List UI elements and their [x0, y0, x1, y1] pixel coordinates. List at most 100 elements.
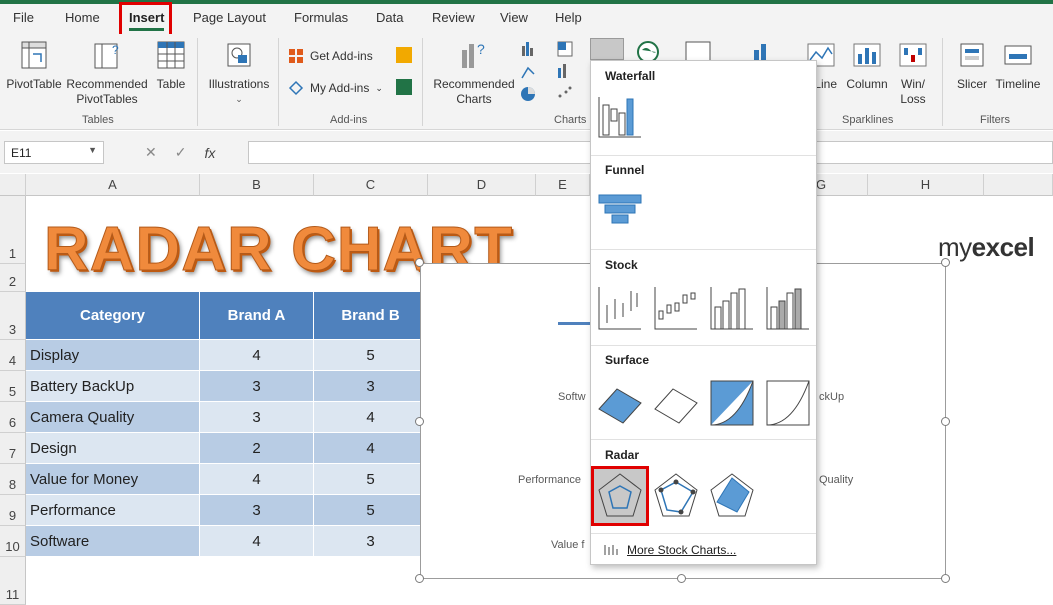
table-cell[interactable]: 5: [314, 340, 428, 371]
column-header[interactable]: [984, 174, 1053, 196]
resize-handle[interactable]: [415, 417, 424, 426]
axis-label-quality: Quality: [819, 474, 854, 486]
enter-icon[interactable]: ✓: [175, 144, 187, 161]
row-header[interactable]: 4: [0, 340, 26, 371]
radar-chart-icons[interactable]: [597, 472, 819, 520]
waterfall-stock-button[interactable]: [590, 38, 624, 60]
select-all-corner[interactable]: [0, 174, 26, 196]
cancel-icon[interactable]: ✕: [145, 144, 157, 161]
column-header[interactable]: E: [536, 174, 590, 196]
resize-handle[interactable]: [941, 258, 950, 267]
row-header[interactable]: 2: [0, 264, 26, 292]
slicer-button[interactable]: Slicer: [952, 40, 992, 92]
table-cell[interactable]: Battery BackUp: [26, 371, 200, 402]
name-box[interactable]: E11 ▼: [4, 141, 104, 164]
table-cell[interactable]: Design: [26, 433, 200, 464]
tab-view[interactable]: View: [500, 10, 528, 25]
row-header[interactable]: 11: [0, 557, 26, 605]
svg-text:?: ?: [112, 43, 119, 57]
surface-chart-icons[interactable]: [597, 379, 819, 429]
insert-tab-highlight: [119, 2, 172, 37]
table-cell[interactable]: 4: [200, 526, 314, 557]
name-box-chevron-icon[interactable]: ▼: [88, 145, 97, 155]
sparkline-winloss-button[interactable]: Win/ Loss: [895, 40, 931, 107]
tab-review[interactable]: Review: [432, 10, 475, 25]
table-cell[interactable]: 5: [314, 495, 428, 526]
stock-chart-icons[interactable]: [597, 283, 819, 333]
table-cell[interactable]: 3: [314, 371, 428, 402]
waterfall-chart-icon[interactable]: [597, 91, 643, 139]
row-header[interactable]: 5: [0, 371, 26, 402]
resize-handle[interactable]: [415, 258, 424, 267]
slicer-icon: [960, 43, 984, 67]
row-header[interactable]: 9: [0, 495, 26, 526]
row-header[interactable]: 10: [0, 526, 26, 557]
table-cell[interactable]: 4: [314, 433, 428, 464]
table-cell[interactable]: Camera Quality: [26, 402, 200, 433]
tab-page-layout[interactable]: Page Layout: [193, 10, 266, 25]
table-button[interactable]: Table: [150, 40, 192, 92]
tab-formulas[interactable]: Formulas: [294, 10, 348, 25]
table-cell[interactable]: 5: [314, 464, 428, 495]
table-header-brand-a[interactable]: Brand A: [200, 292, 314, 340]
timeline-button[interactable]: Timeline: [994, 40, 1042, 92]
addins-group-label: Add-ins: [330, 114, 368, 126]
get-addins-button[interactable]: Get Add-ins: [288, 48, 373, 64]
table-header-category[interactable]: Category: [26, 292, 200, 340]
people-graph-icon[interactable]: [396, 79, 412, 95]
chart-legend-line: [558, 322, 592, 325]
sparkline-column-button[interactable]: Column: [845, 40, 889, 92]
column-header[interactable]: C: [314, 174, 428, 196]
function-icon[interactable]: fx: [204, 145, 215, 161]
table-cell[interactable]: 2: [200, 433, 314, 464]
column-header[interactable]: H: [868, 174, 984, 196]
more-stock-charts-link[interactable]: More Stock Charts...: [603, 543, 736, 557]
funnel-chart-icon[interactable]: [597, 191, 643, 231]
my-addins-button[interactable]: My Add-ins ⌄: [288, 80, 383, 96]
pivottable-button[interactable]: PivotTable: [4, 40, 64, 92]
store-icon: [289, 49, 303, 63]
recommended-charts-button[interactable]: ? Recommended Charts: [430, 40, 518, 107]
axis-label-backup: ckUp: [819, 391, 845, 403]
row-header[interactable]: 1: [0, 196, 26, 264]
column-header[interactable]: B: [200, 174, 314, 196]
table-header-brand-b[interactable]: Brand B: [314, 292, 428, 340]
tab-home[interactable]: Home: [65, 10, 100, 25]
recommended-pivottables-button[interactable]: ? Recommended PivotTables: [64, 40, 150, 107]
resize-handle[interactable]: [677, 574, 686, 583]
tab-data[interactable]: Data: [376, 10, 403, 25]
bing-icon[interactable]: [396, 47, 412, 63]
column-header[interactable]: G: [816, 174, 868, 196]
table-cell[interactable]: 4: [200, 464, 314, 495]
row-header[interactable]: 8: [0, 464, 26, 495]
row-header[interactable]: 6: [0, 402, 26, 433]
resize-handle[interactable]: [941, 417, 950, 426]
chart-type-icons[interactable]: [520, 40, 590, 106]
row-header[interactable]: 3: [0, 292, 26, 340]
table-cell[interactable]: 3: [314, 526, 428, 557]
table-cell[interactable]: 4: [200, 340, 314, 371]
table-cell[interactable]: Value for Money: [26, 464, 200, 495]
table-cell[interactable]: 3: [200, 495, 314, 526]
table-cell[interactable]: 4: [314, 402, 428, 433]
table-cell[interactable]: 3: [200, 371, 314, 402]
axis-label-value: Value f: [551, 539, 585, 551]
tab-help[interactable]: Help: [555, 10, 582, 25]
row-header[interactable]: 7: [0, 433, 26, 464]
table-cell[interactable]: Performance: [26, 495, 200, 526]
table-cell[interactable]: 3: [200, 402, 314, 433]
illustrations-button[interactable]: Illustrations ⌄: [205, 40, 273, 107]
illustrations-chevron-icon: ⌄: [235, 94, 243, 104]
svg-text:?: ?: [477, 41, 485, 57]
tab-file[interactable]: File: [13, 10, 34, 25]
column-header[interactable]: A: [26, 174, 200, 196]
funnel-heading: Funnel: [605, 163, 645, 177]
column-header[interactable]: D: [428, 174, 536, 196]
table-cell[interactable]: Software: [26, 526, 200, 557]
filters-group-label: Filters: [980, 114, 1010, 126]
table-cell[interactable]: Display: [26, 340, 200, 371]
dropdown-separator: [591, 345, 816, 346]
resize-handle[interactable]: [941, 574, 950, 583]
sparkline-column-icon: [853, 43, 881, 67]
resize-handle[interactable]: [415, 574, 424, 583]
